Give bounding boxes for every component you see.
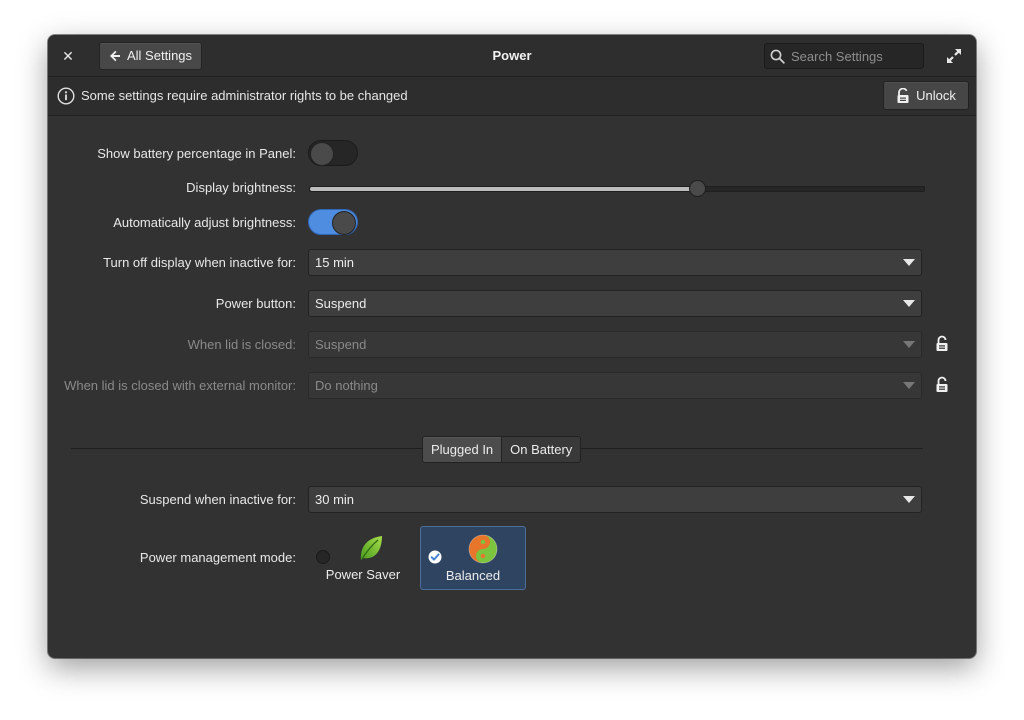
display-off-dropdown[interactable]: 15 min: [308, 249, 922, 276]
info-icon: [57, 87, 75, 105]
balanced-option[interactable]: Balanced: [420, 526, 526, 590]
unlock-button[interactable]: Unlock: [883, 81, 969, 110]
yin-yang-icon: [468, 534, 498, 564]
brightness-slider-handle[interactable]: [688, 180, 706, 197]
power-button-value: Suspend: [315, 296, 367, 311]
power-source-tabs: Plugged In On Battery: [422, 436, 582, 463]
brightness-slider[interactable]: [309, 180, 925, 197]
power-mode-label: Power management mode:: [139, 550, 296, 565]
lid-closed-external-value: Do nothing: [315, 378, 378, 393]
power-saver-label: Power Saver: [325, 567, 401, 582]
battery-percentage-label: Show battery percentage in Panel:: [97, 146, 296, 161]
settings-window: ✕ All Settings Power Some settings requi…: [48, 35, 976, 658]
switch-knob: [310, 142, 334, 166]
dropdown-arrow-icon: [903, 341, 915, 348]
suspend-value: 30 min: [315, 492, 355, 507]
dropdown-arrow-icon: [903, 382, 915, 389]
auto-brightness-label: Automatically adjust brightness:: [113, 215, 296, 230]
checkmark-icon: [428, 550, 442, 564]
lid-closed-dropdown: Suspend: [308, 331, 922, 358]
switch-knob: [332, 211, 356, 235]
dropdown-arrow-icon: [903, 300, 915, 307]
suspend-label: Suspend when inactive for:: [139, 492, 296, 507]
power-button-dropdown[interactable]: Suspend: [308, 290, 922, 317]
lid-closed-external-dropdown: Do nothing: [308, 372, 922, 399]
leaf-icon: [360, 536, 382, 560]
power-button-label: Power button:: [215, 296, 296, 311]
tab-plugged-in[interactable]: Plugged In: [423, 437, 502, 462]
unlock-label: Unlock: [916, 88, 956, 103]
padlock-icon: [936, 376, 948, 392]
power-saver-option[interactable]: Power Saver: [310, 526, 416, 590]
padlock-icon: [936, 335, 948, 351]
auto-brightness-switch[interactable]: [308, 209, 358, 235]
unlocked-padlock-icon: [897, 87, 909, 103]
lid-closed-label: When lid is closed:: [187, 337, 296, 352]
power-saver-radio[interactable]: [316, 550, 330, 564]
maximize-icon: [947, 49, 961, 63]
search-input[interactable]: [791, 48, 911, 64]
tab-on-battery[interactable]: On Battery: [501, 437, 581, 462]
lid-closed-value: Suspend: [315, 337, 367, 352]
display-off-value: 15 min: [315, 255, 355, 270]
search-icon: [770, 49, 785, 64]
display-off-label: Turn off display when inactive for:: [103, 255, 296, 270]
balanced-label: Balanced: [445, 568, 501, 583]
brightness-label: Display brightness:: [186, 180, 296, 195]
battery-percentage-switch[interactable]: [308, 140, 358, 166]
titlebar: ✕ All Settings Power: [48, 35, 976, 77]
dropdown-arrow-icon: [903, 496, 915, 503]
maximize-button[interactable]: [946, 48, 962, 64]
search-box[interactable]: [764, 43, 924, 69]
suspend-dropdown[interactable]: 30 min: [308, 486, 922, 513]
brightness-fill: [310, 187, 697, 191]
info-message: Some settings require administrator righ…: [81, 88, 408, 103]
dropdown-arrow-icon: [903, 259, 915, 266]
info-bar: Some settings require administrator righ…: [48, 77, 976, 116]
lid-closed-external-label: When lid is closed with external monitor…: [64, 378, 296, 393]
